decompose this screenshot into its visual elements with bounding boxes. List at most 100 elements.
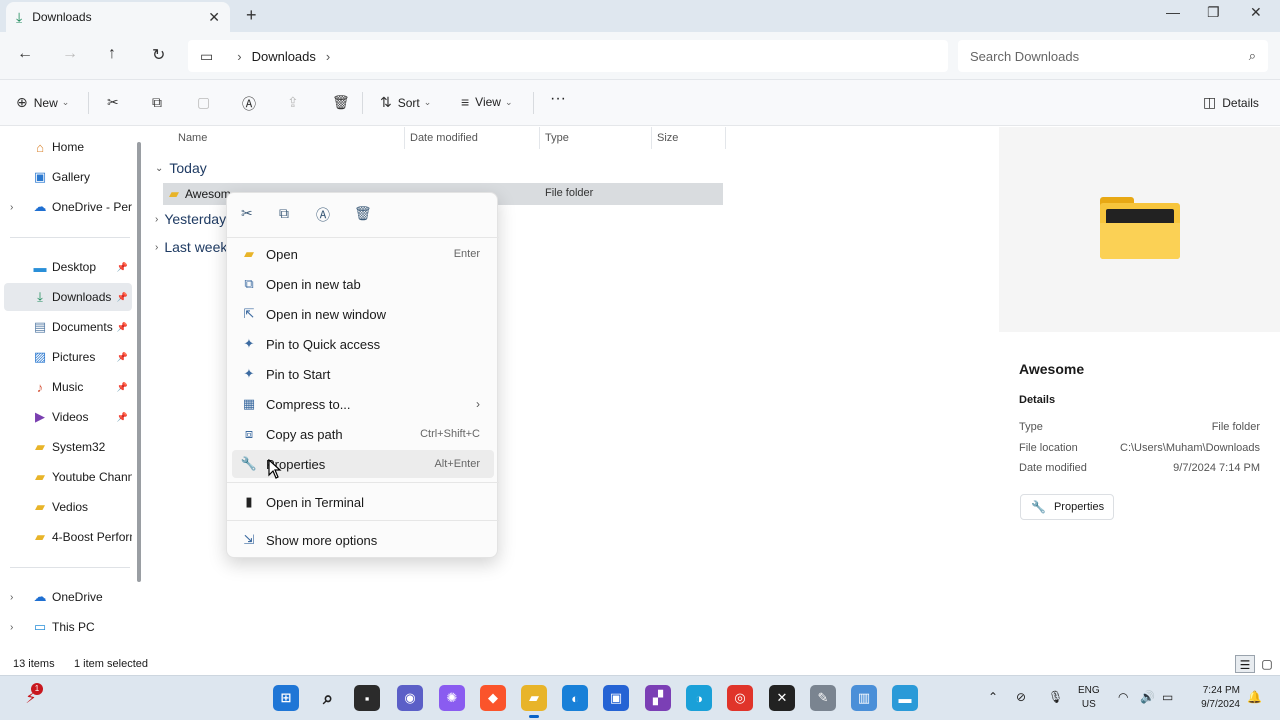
column-divider[interactable] [651,127,652,149]
file-explorer-icon[interactable]: ▰ [521,685,547,718]
properties-button[interactable]: 🔧 Properties [1020,494,1114,520]
task-manager-icon[interactable]: ▥ [851,685,877,711]
start-button[interactable]: ⊞ [273,685,299,711]
capcut-icon[interactable]: ✕ [769,685,795,711]
cut-button[interactable]: ✂ [107,94,119,111]
copilot-icon[interactable]: ✺ [439,685,465,711]
sidebar-scrollbar[interactable] [137,142,141,582]
menu-item-open-terminal[interactable]: ▮ Open in Terminal [232,488,494,516]
breadcrumb[interactable]: ▭ › Downloads › [188,40,948,72]
sidebar-item-vedios[interactable]: ▰ Vedios [4,493,132,521]
copy-icon[interactable]: ⧉ [279,205,289,222]
menu-item-open[interactable]: ▰ Open Enter [232,240,494,268]
edge-browser-icon[interactable]: ◐ [562,685,588,711]
group-today[interactable]: ⌄ Today [155,160,207,176]
delete-button[interactable]: 🗑 [332,94,350,111]
column-header-name[interactable]: Name [178,132,207,144]
column-header-type[interactable]: Type [545,132,569,144]
row-name: Awesom [185,187,231,201]
divider [88,92,89,114]
column-header-date-modified[interactable]: Date modified [410,132,478,144]
view-button[interactable]: ≡ View ⌄ [461,94,513,110]
language-indicator[interactable]: ENG US [1078,684,1100,712]
menu-item-pin-quick-access[interactable]: ✦ Pin to Quick access [232,330,494,358]
more-options-button[interactable]: ··· [550,90,566,108]
sidebar-item-music[interactable]: ♪ Music 📌 [4,373,132,401]
sidebar-item-system32[interactable]: ▰ System32 [4,433,132,461]
task-view-icon[interactable]: ▪ [354,685,380,711]
sidebar-item-this-pc[interactable]: › ▭ This PC [4,613,132,641]
up-arrow-icon[interactable]: ↑ [108,45,116,63]
breadcrumb-downloads[interactable]: Downloads [252,49,316,64]
clipchamp-icon[interactable]: ▞ [645,685,671,711]
menu-item-pin-start[interactable]: ✦ Pin to Start [232,360,494,388]
chevron-right-icon[interactable]: › [10,592,13,603]
maximize-button[interactable]: ❐ [1207,4,1220,21]
sidebar-item-downloads[interactable]: ⤓ Downloads 📌 [4,283,132,311]
sidebar-item-gallery[interactable]: ▣ Gallery [4,163,132,191]
chevron-right-icon[interactable]: › [237,49,241,64]
chat-icon[interactable]: ◉ [397,685,423,711]
details-view-icon[interactable]: ☰ [1235,655,1255,673]
clock[interactable]: 7:24 PM 9/7/2024 [1188,684,1240,712]
column-divider[interactable] [725,127,726,149]
chrome-browser-icon[interactable]: ◎ [727,685,753,711]
pen-tool-icon[interactable]: ✎ [810,685,836,711]
details-pane-button[interactable]: ◫ Details [1203,94,1259,111]
cut-icon: ✂ [107,94,119,110]
group-yesterday[interactable]: › Yesterday [155,211,226,227]
sidebar-item-desktop[interactable]: ▬ Desktop 📌 [4,253,132,281]
store-icon[interactable]: ▣ [603,685,629,711]
brave-browser-icon[interactable]: ◆ [480,685,506,711]
menu-item-copy-as-path[interactable]: ⧈ Copy as path Ctrl+Shift+C [232,420,494,448]
forward-arrow-icon[interactable]: → [62,45,78,63]
new-tab-button[interactable]: + [246,5,257,26]
refresh-icon[interactable]: ↻ [152,45,165,65]
sidebar-item-boost-performance[interactable]: ▰ 4-Boost Perform [4,523,132,551]
sidebar-item-videos[interactable]: ▶ Videos 📌 [4,403,132,431]
back-arrow-icon[interactable]: ← [17,45,33,63]
sidebar-item-onedrive[interactable]: › ☁ OneDrive [4,583,132,611]
edge-dev-icon[interactable]: ◑ [686,685,712,711]
sidebar-item-home[interactable]: ⌂ Home [4,133,132,161]
network-off-icon[interactable]: ⊘ [1016,690,1026,704]
sidebar-item-pictures[interactable]: ▨ Pictures 📌 [4,343,132,371]
copy-button[interactable]: ⧉ [152,94,162,111]
column-divider[interactable] [404,127,405,149]
sidebar-item-onedrive-personal[interactable]: › ☁ OneDrive - Perso [4,193,132,221]
rename-button[interactable]: Ⓐ [242,94,256,114]
share-button[interactable]: ⇪ [287,94,299,111]
search-icon[interactable]: ⌕ [315,685,341,711]
cut-icon[interactable]: ✂ [241,205,253,222]
search-input[interactable]: Search Downloads ⌕ [958,40,1268,72]
tab-downloads[interactable]: ⤓ Downloads ✕ [6,2,230,32]
sidebar-item-documents[interactable]: ▤ Documents 📌 [4,313,132,341]
delete-icon[interactable]: 🗑 [354,205,372,222]
chevron-up-icon[interactable]: ⌃ [988,690,998,704]
menu-item-open-new-window[interactable]: ⇱ Open in new window [232,300,494,328]
chevron-right-icon[interactable]: › [10,622,13,633]
sidebar-item-youtube-channel[interactable]: ▰ Youtube Channe [4,463,132,491]
battery-icon[interactable]: ▭ [1162,690,1173,704]
wifi-icon[interactable]: ◠ [1118,690,1128,704]
column-header-size[interactable]: Size [657,132,678,144]
new-button[interactable]: ⊕ New ⌄ [16,94,69,111]
close-window-button[interactable]: ✕ [1250,4,1262,21]
notification-bell-icon[interactable]: 🔔 [1247,690,1262,704]
group-last-week[interactable]: › Last week [155,239,227,255]
column-divider[interactable] [539,127,540,149]
close-tab-icon[interactable]: ✕ [208,9,220,26]
menu-item-compress[interactable]: ▦ Compress to... › [232,390,494,418]
sort-button[interactable]: ⇅ Sort ⌄ [380,94,431,111]
volume-icon[interactable]: 🔊 [1140,690,1155,704]
menu-item-show-more-options[interactable]: ⇲ Show more options [232,526,494,554]
minimize-button[interactable]: — [1166,4,1180,20]
rename-icon[interactable]: Ⓐ [316,205,330,225]
screen-recorder-icon[interactable]: ▬ [892,685,918,711]
chevron-right-icon[interactable]: › [10,202,13,213]
menu-item-open-new-tab[interactable]: ⧉ Open in new tab [232,270,494,298]
paste-button[interactable]: ▢ [197,94,210,111]
tiles-view-icon[interactable]: ▢ [1257,655,1277,673]
microphone-icon[interactable]: 🎙 [1048,690,1063,704]
chevron-right-icon[interactable]: › [326,49,330,64]
